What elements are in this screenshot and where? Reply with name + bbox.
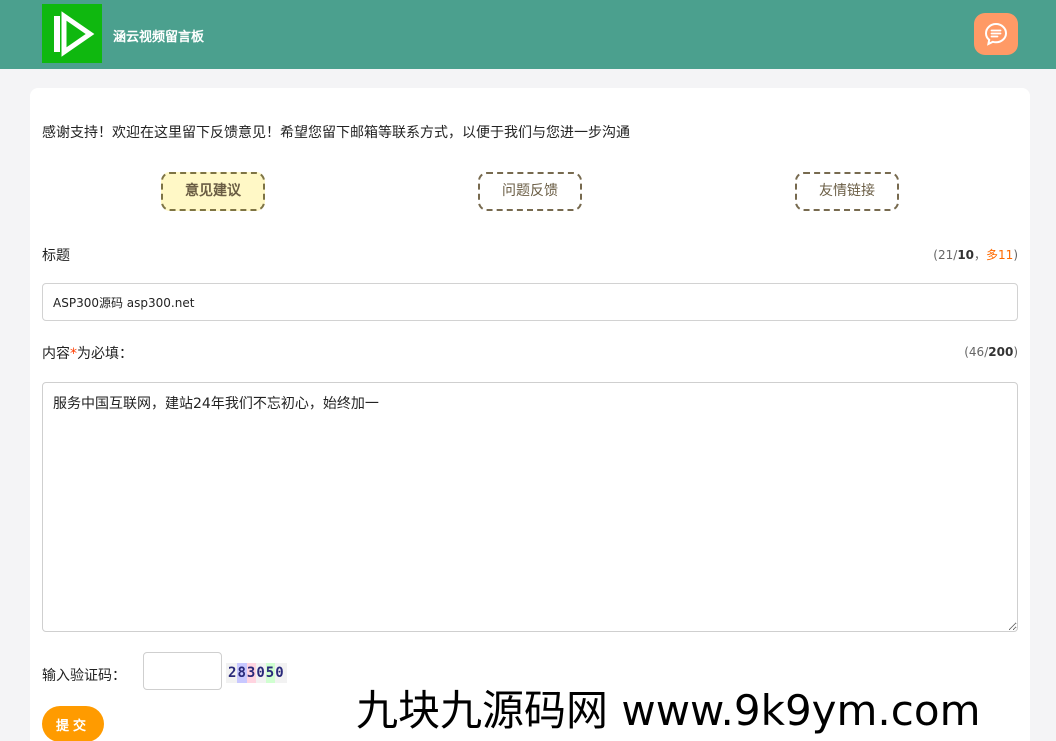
submit-button[interactable]: 提交 <box>42 706 104 741</box>
required-mark: * <box>70 346 77 362</box>
title-label: 标题 <box>42 248 70 264</box>
tab-suggestions[interactable]: 意见建议 <box>161 172 265 211</box>
title-char-counter: (21/10，多11) <box>933 248 1018 262</box>
top-bar: 涵云视频留言板 <box>0 0 1056 69</box>
play-logo-icon[interactable] <box>42 4 102 63</box>
chat-bubble-icon <box>984 22 1008 46</box>
site-name[interactable]: 涵云视频留言板 <box>113 26 204 45</box>
tab-friend-links[interactable]: 友情链接 <box>795 172 899 211</box>
captcha-image[interactable]: 283050 <box>226 663 287 683</box>
content-label: 内容*为必填： <box>42 346 133 362</box>
feedback-form-card: 感谢支持！欢迎在这里留下反馈意见！希望您留下邮箱等联系方式，以便于我们与您进一步… <box>30 88 1030 741</box>
content-textarea[interactable]: 服务中国互联网，建站24年我们不忘初心，始终加一 <box>42 382 1018 632</box>
captcha-label: 输入验证码： <box>42 668 126 684</box>
message-button[interactable] <box>974 13 1018 55</box>
intro-text: 感谢支持！欢迎在这里留下反馈意见！希望您留下邮箱等联系方式，以便于我们与您进一步… <box>42 125 630 141</box>
content-char-counter: (46/200) <box>964 345 1018 359</box>
watermark-text: 九块九源码网 www.9k9ym.com <box>356 686 981 735</box>
title-input[interactable] <box>42 283 1018 321</box>
captcha-input[interactable] <box>143 652 222 690</box>
tab-problem-report[interactable]: 问题反馈 <box>478 172 582 211</box>
